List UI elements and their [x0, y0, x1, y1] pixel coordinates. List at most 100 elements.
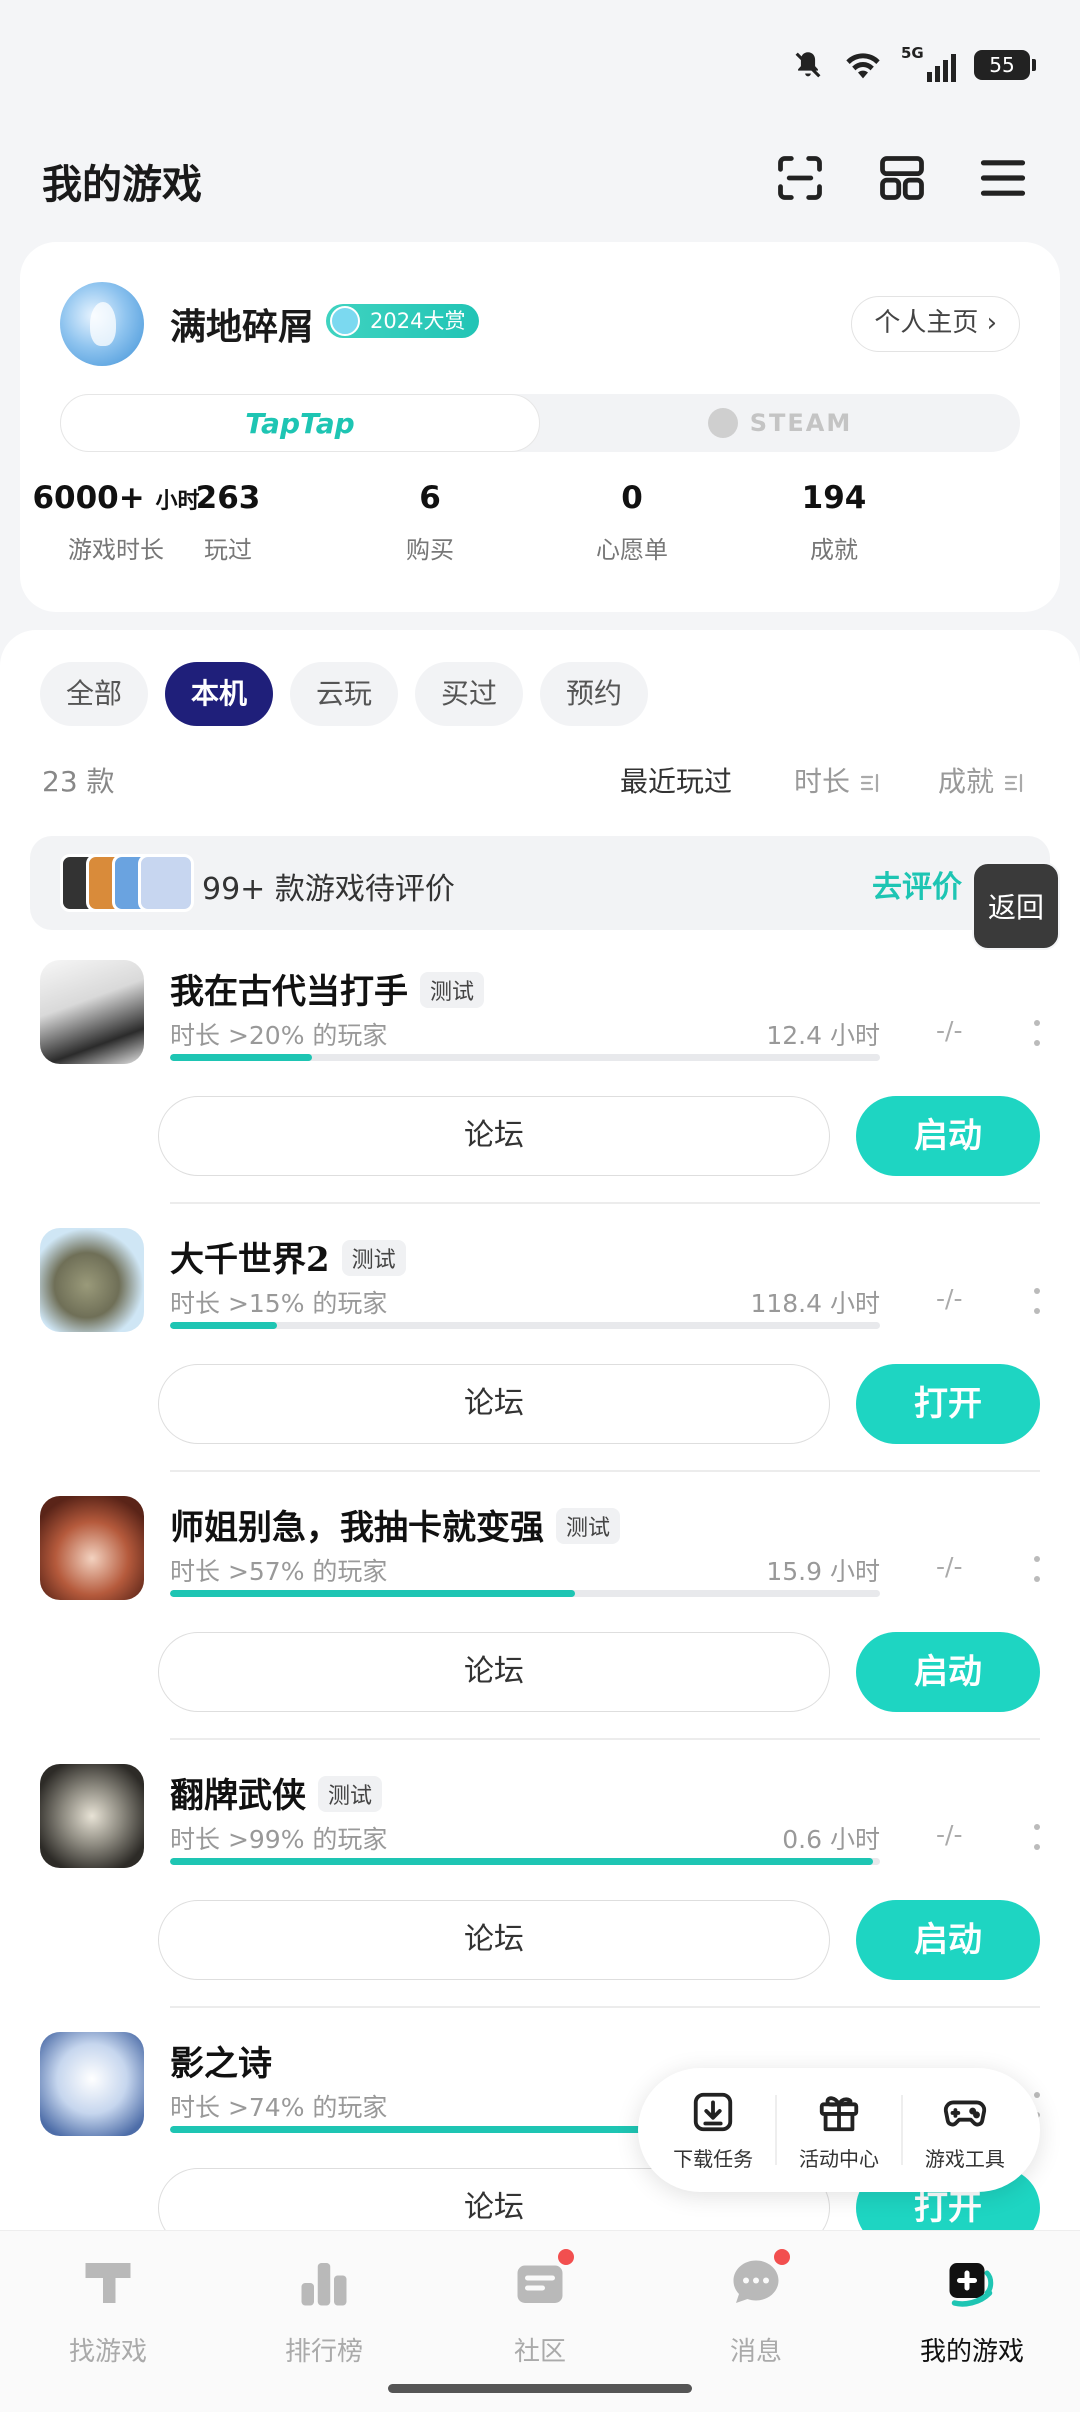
- pending-review-bar[interactable]: 99+ 款游戏待评价 去评价: [30, 836, 1050, 930]
- playtime-progress: [170, 1858, 880, 1865]
- sort-lines-icon: [860, 773, 879, 793]
- stat-played[interactable]: 263 玩过: [128, 480, 328, 565]
- filter-all[interactable]: 全部: [40, 662, 149, 726]
- more-options-icon[interactable]: [1034, 1020, 1040, 1046]
- homepage-button[interactable]: 个人主页 ›: [851, 296, 1020, 352]
- floating-tools-bar: 下载任务 活动中心 游戏工具: [638, 2068, 1040, 2192]
- nav-community[interactable]: 社区: [432, 2247, 648, 2368]
- game-row[interactable]: 我在古代当打手 测试 时长 >20% 的玩家 12.4 小时 -/- 论坛 启动: [0, 960, 1080, 1228]
- stat-label: 购买: [406, 536, 454, 564]
- find-game-icon: [85, 2263, 131, 2303]
- launch-button[interactable]: 启动: [856, 1900, 1040, 1980]
- stat-value: 6: [419, 480, 441, 516]
- taptap-label: TapTap: [245, 406, 355, 440]
- tool-label: 下载任务: [673, 2146, 754, 2171]
- filter-reserved[interactable]: 预约: [540, 662, 649, 726]
- ranking-icon: [301, 2263, 347, 2306]
- launch-button[interactable]: 启动: [856, 1632, 1040, 1712]
- achievement-count: -/-: [936, 1016, 963, 1045]
- layout-button[interactable]: [872, 148, 932, 208]
- nav-find-games[interactable]: 找游戏: [0, 2253, 216, 2368]
- home-indicator[interactable]: [388, 2384, 692, 2393]
- sort-achievement[interactable]: 成就: [938, 760, 1026, 800]
- more-options-icon[interactable]: [1034, 1288, 1040, 1314]
- test-tag: 测试: [318, 1776, 383, 1812]
- play-hours: 12.4 小时: [766, 1021, 880, 1050]
- more-options-icon[interactable]: [1034, 1824, 1040, 1850]
- sort-achievement-label: 成就: [938, 765, 995, 798]
- forum-button[interactable]: 论坛: [158, 1364, 830, 1444]
- game-row[interactable]: 大千世界2 测试 时长 >15% 的玩家 118.4 小时 -/- 论坛 打开: [0, 1228, 1080, 1496]
- tab-steam[interactable]: STEAM: [540, 394, 1020, 452]
- review-thumbnails: [60, 854, 194, 912]
- play-hours: 15.9 小时: [766, 1557, 880, 1586]
- back-button[interactable]: 返回: [972, 862, 1060, 950]
- game-row[interactable]: 翻牌武侠 测试 时长 >99% 的玩家 0.6 小时 -/- 论坛 启动: [0, 1764, 1080, 2032]
- game-icon: [40, 1496, 144, 1600]
- divider: [170, 1738, 1040, 1740]
- filter-cloud[interactable]: 云玩: [290, 662, 399, 726]
- menu-button[interactable]: [973, 148, 1033, 208]
- playtime-progress: [170, 1322, 880, 1329]
- download-tasks-button[interactable]: 下载任务: [653, 2089, 773, 2172]
- playtime-percentile: 时长 >57% 的玩家: [170, 1557, 388, 1586]
- playtime-progress-fill: [170, 1858, 873, 1865]
- launch-button[interactable]: 启动: [856, 1096, 1040, 1176]
- scan-button[interactable]: [770, 148, 830, 208]
- sort-duration-label: 时长: [794, 765, 851, 798]
- tab-taptap[interactable]: TapTap: [60, 394, 540, 452]
- platform-switch: TapTap STEAM: [60, 394, 1020, 452]
- game-icon: [40, 960, 144, 1064]
- open-button[interactable]: 打开: [856, 1364, 1040, 1444]
- test-tag: 测试: [556, 1508, 621, 1544]
- game-tools-button[interactable]: 游戏工具: [905, 2089, 1025, 2172]
- stat-wishlist[interactable]: 0 心愿单: [532, 480, 732, 565]
- profile-card: 满地碎屑 2024大赏 个人主页 › TapTap STEAM 6000+ 小时…: [20, 242, 1060, 612]
- game-row[interactable]: 师姐别急，我抽卡就变强 测试 时长 >57% 的玩家 15.9 小时 -/- 论坛…: [0, 1496, 1080, 1764]
- go-review-link[interactable]: 去评价: [872, 862, 962, 906]
- award-badge-label: 2024大赏: [370, 309, 466, 333]
- stat-purchased[interactable]: 6 购买: [330, 480, 530, 565]
- forum-button[interactable]: 论坛: [158, 1632, 830, 1712]
- achievement-count: -/-: [936, 1284, 963, 1313]
- nav-messages[interactable]: 消息: [648, 2247, 864, 2368]
- sort-duration[interactable]: 时长: [794, 760, 882, 800]
- sort-recent[interactable]: 最近玩过: [620, 760, 732, 800]
- game-icon: [40, 1228, 144, 1332]
- menu-icon: [980, 160, 1026, 196]
- stat-label: 心愿单: [596, 536, 668, 564]
- stat-label: 玩过: [204, 536, 252, 564]
- filter-bought[interactable]: 买过: [415, 662, 524, 726]
- divider: [170, 1202, 1040, 1204]
- divider: [170, 2006, 1040, 2008]
- nav-label: 社区: [513, 2337, 566, 2367]
- test-tag: 测试: [341, 1240, 406, 1276]
- gamepad-icon: [943, 2099, 986, 2126]
- battery-level: 55: [989, 53, 1015, 77]
- play-hours: 0.6 小时: [782, 1825, 880, 1854]
- game-name: 影之诗: [170, 2044, 272, 2084]
- pending-review-text: 99+ 款游戏待评价: [202, 872, 455, 907]
- username: 满地碎屑: [170, 306, 315, 348]
- game-name: 大千世界2: [170, 1240, 330, 1280]
- nav-ranking[interactable]: 排行榜: [216, 2253, 432, 2368]
- battery-icon: 55: [974, 50, 1036, 80]
- stat-achievements[interactable]: 194 成就: [734, 480, 934, 565]
- divider: [170, 1470, 1040, 1472]
- steam-icon: [707, 408, 738, 438]
- more-options-icon[interactable]: [1034, 1556, 1040, 1582]
- award-badge[interactable]: 2024大赏: [326, 304, 480, 338]
- nav-label: 排行榜: [284, 2337, 363, 2367]
- playtime-percentile: 时长 >99% 的玩家: [170, 1825, 388, 1854]
- notification-dot: [772, 2247, 792, 2267]
- game-name: 师姐别急，我抽卡就变强: [170, 1508, 544, 1548]
- nav-my-games[interactable]: 我的游戏: [864, 2253, 1080, 2368]
- forum-button[interactable]: 论坛: [158, 1900, 830, 1980]
- forum-button[interactable]: 论坛: [158, 1096, 830, 1176]
- avatar[interactable]: [60, 282, 144, 366]
- activity-center-button[interactable]: 活动中心: [779, 2089, 899, 2172]
- playtime-progress-fill: [170, 1590, 575, 1597]
- achievement-count: -/-: [936, 1820, 963, 1849]
- filter-local[interactable]: 本机: [165, 662, 274, 726]
- grid-layout-icon: [880, 156, 924, 200]
